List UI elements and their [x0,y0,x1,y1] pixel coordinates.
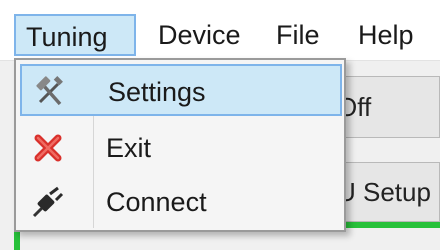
tuning-dropdown-menu: Settings Exit Connect [14,58,346,232]
menu-item-settings[interactable]: Settings [20,64,342,116]
menu-tuning[interactable]: Tuning [14,14,136,56]
menu-help[interactable]: Help [348,14,440,56]
menu-device[interactable]: Device [148,14,252,56]
menu-item-connect[interactable]: Connect [20,176,342,228]
menu-item-connect-label: Connect [106,187,207,217]
tools-icon [32,74,68,110]
plug-icon [30,184,66,220]
menu-bar: Tuning Device File Help [0,0,440,61]
menu-item-settings-label: Settings [108,77,206,107]
red-x-icon [30,130,66,166]
menu-file[interactable]: File [266,14,332,56]
menu-item-exit[interactable]: Exit [20,122,342,174]
menu-item-exit-label: Exit [106,133,152,163]
